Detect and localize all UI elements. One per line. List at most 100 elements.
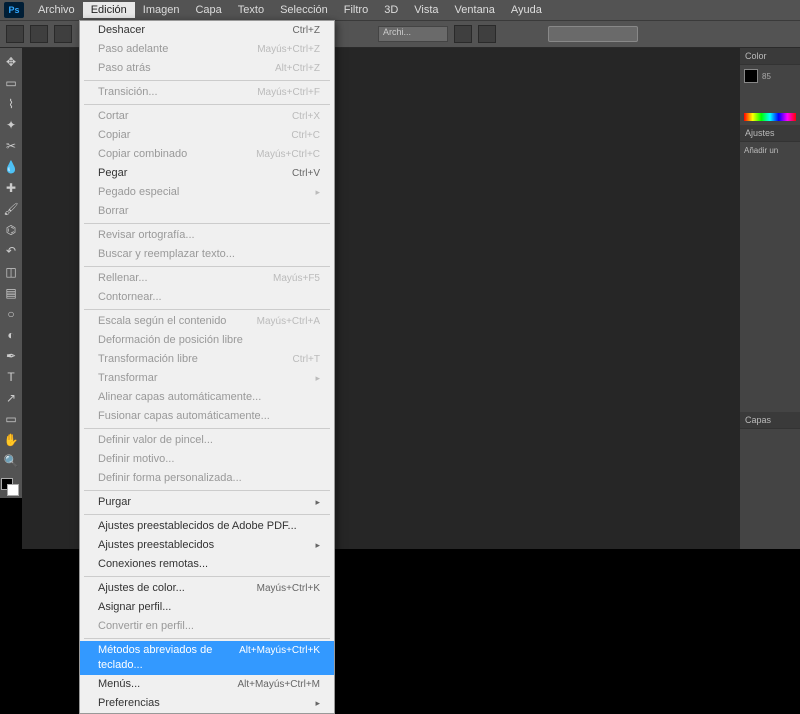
menu-archivo[interactable]: Archivo	[30, 2, 83, 18]
app-logo: Ps	[4, 2, 24, 18]
menu-3d[interactable]: 3D	[376, 2, 406, 18]
tool-blur[interactable]: ○	[1, 304, 21, 324]
tool-marquee[interactable]: ▭	[1, 73, 21, 93]
menuitem-ajustes-preestablecidos[interactable]: Ajustes preestablecidos	[80, 536, 334, 555]
menuitem-definir-forma-personalizada: Definir forma personalizada...	[80, 469, 334, 488]
menu-imagen[interactable]: Imagen	[135, 2, 188, 18]
menuitem-ajustes-preestablecidos-de-adobe-pdf[interactable]: Ajustes preestablecidos de Adobe PDF...	[80, 517, 334, 536]
menuitem-alinear-capas-autom-ticamente: Alinear capas automáticamente...	[80, 388, 334, 407]
menu-texto[interactable]: Texto	[230, 2, 272, 18]
menuitem-label: Definir valor de pincel...	[98, 433, 213, 448]
menuitem-shortcut: Mayús+Ctrl+K	[257, 581, 320, 596]
color-panel: 85	[740, 65, 800, 125]
tool-gradient[interactable]: ▤	[1, 283, 21, 303]
hue-strip[interactable]	[744, 113, 796, 121]
menuitem-rellenar: Rellenar...Mayús+F5	[80, 269, 334, 288]
tool-rect[interactable]: ▭	[1, 409, 21, 429]
color-panel-tab[interactable]: Color	[740, 48, 800, 65]
menuitem-fusionar-capas-autom-ticamente: Fusionar capas automáticamente...	[80, 407, 334, 426]
menuitem-shortcut: Alt+Ctrl+Z	[275, 61, 320, 76]
menu-separator	[84, 309, 330, 310]
menuitem-label: Escala según el contenido	[98, 314, 226, 329]
opt-swatch[interactable]	[6, 25, 24, 43]
opt-swatch[interactable]	[30, 25, 48, 43]
tool-lasso[interactable]: ⌇	[1, 94, 21, 114]
tool-pen[interactable]: ✒	[1, 346, 21, 366]
tool-history[interactable]: ↶	[1, 241, 21, 261]
opt-field[interactable]: Archi...	[378, 26, 448, 42]
menuitem-m-todos-abreviados-de-teclado[interactable]: Métodos abreviados de teclado...Alt+Mayú…	[80, 641, 334, 675]
tool-wand[interactable]: ✦	[1, 115, 21, 135]
menu-ventana[interactable]: Ventana	[447, 2, 503, 18]
menuitem-shortcut: Ctrl+V	[292, 166, 320, 181]
menuitem-label: Transformación libre	[98, 352, 198, 367]
menuitem-transformaci-n-libre: Transformación libreCtrl+T	[80, 350, 334, 369]
menuitem-label: Ajustes preestablecidos de Adobe PDF...	[98, 519, 297, 534]
menuitem-definir-valor-de-pincel: Definir valor de pincel...	[80, 431, 334, 450]
menuitem-label: Borrar	[98, 204, 129, 219]
menuitem-paso-adelante: Paso adelanteMayús+Ctrl+Z	[80, 40, 334, 59]
menuitem-deformaci-n-de-posici-n-libre: Deformación de posición libre	[80, 331, 334, 350]
tool-eraser[interactable]: ◫	[1, 262, 21, 282]
menu-filtro[interactable]: Filtro	[336, 2, 376, 18]
tool-brush[interactable]: 🖌	[1, 199, 21, 219]
opt-swatch[interactable]	[54, 25, 72, 43]
menu-selección[interactable]: Selección	[272, 2, 336, 18]
menu-capa[interactable]: Capa	[187, 2, 229, 18]
menu-separator	[84, 638, 330, 639]
menuitem-shortcut: Mayús+Ctrl+A	[257, 314, 320, 329]
menuitem-transformar: Transformar	[80, 369, 334, 388]
opt-button[interactable]	[548, 26, 638, 42]
menu-ayuda[interactable]: Ayuda	[503, 2, 550, 18]
menuitem-ajustes-de-color[interactable]: Ajustes de color... Mayús+Ctrl+K	[80, 579, 334, 598]
tool-heal[interactable]: ✚	[1, 178, 21, 198]
tool-crop[interactable]: ✂	[1, 136, 21, 156]
right-panels: Color 85 Ajustes Añadir un Capas	[740, 48, 800, 549]
menuitem-shortcut: Alt+Mayús+Ctrl+M	[237, 677, 320, 692]
menuitem-label: Transición...	[98, 85, 158, 100]
edit-menu-dropdown: DeshacerCtrl+ZPaso adelanteMayús+Ctrl+ZP…	[79, 20, 335, 714]
menu-edición[interactable]: Edición	[83, 2, 135, 18]
tool-stamp[interactable]: ⌬	[1, 220, 21, 240]
menu-separator	[84, 266, 330, 267]
menuitem-label: Deshacer	[98, 23, 145, 38]
tool-type[interactable]: T	[1, 367, 21, 387]
menu-separator	[84, 576, 330, 577]
layers-panel	[740, 429, 800, 549]
layers-panel-tab[interactable]: Capas	[740, 412, 800, 429]
tool-zoom[interactable]: 🔍	[1, 451, 21, 471]
menuitem-label: Deformación de posición libre	[98, 333, 243, 348]
menuitem-men-s[interactable]: Menús...Alt+Mayús+Ctrl+M	[80, 675, 334, 694]
menuitem-pegado-especial: Pegado especial	[80, 183, 334, 202]
tool-hand[interactable]: ✋	[1, 430, 21, 450]
menuitem-asignar-perfil[interactable]: Asignar perfil...	[80, 598, 334, 617]
value-readout: 85	[762, 72, 771, 81]
adjustments-panel-tab[interactable]: Ajustes	[740, 125, 800, 142]
menuitem-pegar[interactable]: PegarCtrl+V	[80, 164, 334, 183]
menuitem-label: Buscar y reemplazar texto...	[98, 247, 235, 262]
menuitem-purgar[interactable]: Purgar	[80, 493, 334, 512]
menuitem-label: Ajustes preestablecidos	[98, 538, 214, 553]
opt-swatch[interactable]	[454, 25, 472, 43]
tool-eyedropper[interactable]: 💧	[1, 157, 21, 177]
menuitem-deshacer[interactable]: DeshacerCtrl+Z	[80, 21, 334, 40]
fg-swatch[interactable]	[744, 69, 758, 83]
menuitem-label: Ajustes de color...	[98, 581, 185, 596]
menuitem-preferencias[interactable]: Preferencias	[80, 694, 334, 713]
menuitem-conexiones-remotas[interactable]: Conexiones remotas...	[80, 555, 334, 574]
menu-vista[interactable]: Vista	[406, 2, 446, 18]
tool-path[interactable]: ↗	[1, 388, 21, 408]
menuitem-shortcut: Mayús+F5	[273, 271, 320, 286]
menuitem-label: Paso adelante	[98, 42, 168, 57]
menuitem-shortcut: Mayús+Ctrl+F	[257, 85, 320, 100]
opt-swatch[interactable]	[478, 25, 496, 43]
tool-move[interactable]: ✥	[1, 52, 21, 72]
menu-separator	[84, 428, 330, 429]
menuitem-label: Conexiones remotas...	[98, 557, 208, 572]
menuitem-label: Definir motivo...	[98, 452, 174, 467]
menuitem-label: Paso atrás	[98, 61, 151, 76]
tool-dodge[interactable]: ◐	[1, 325, 21, 345]
menuitem-label: Purgar	[98, 495, 131, 510]
menuitem-label: Cortar	[98, 109, 129, 124]
bg-color[interactable]	[7, 484, 19, 496]
